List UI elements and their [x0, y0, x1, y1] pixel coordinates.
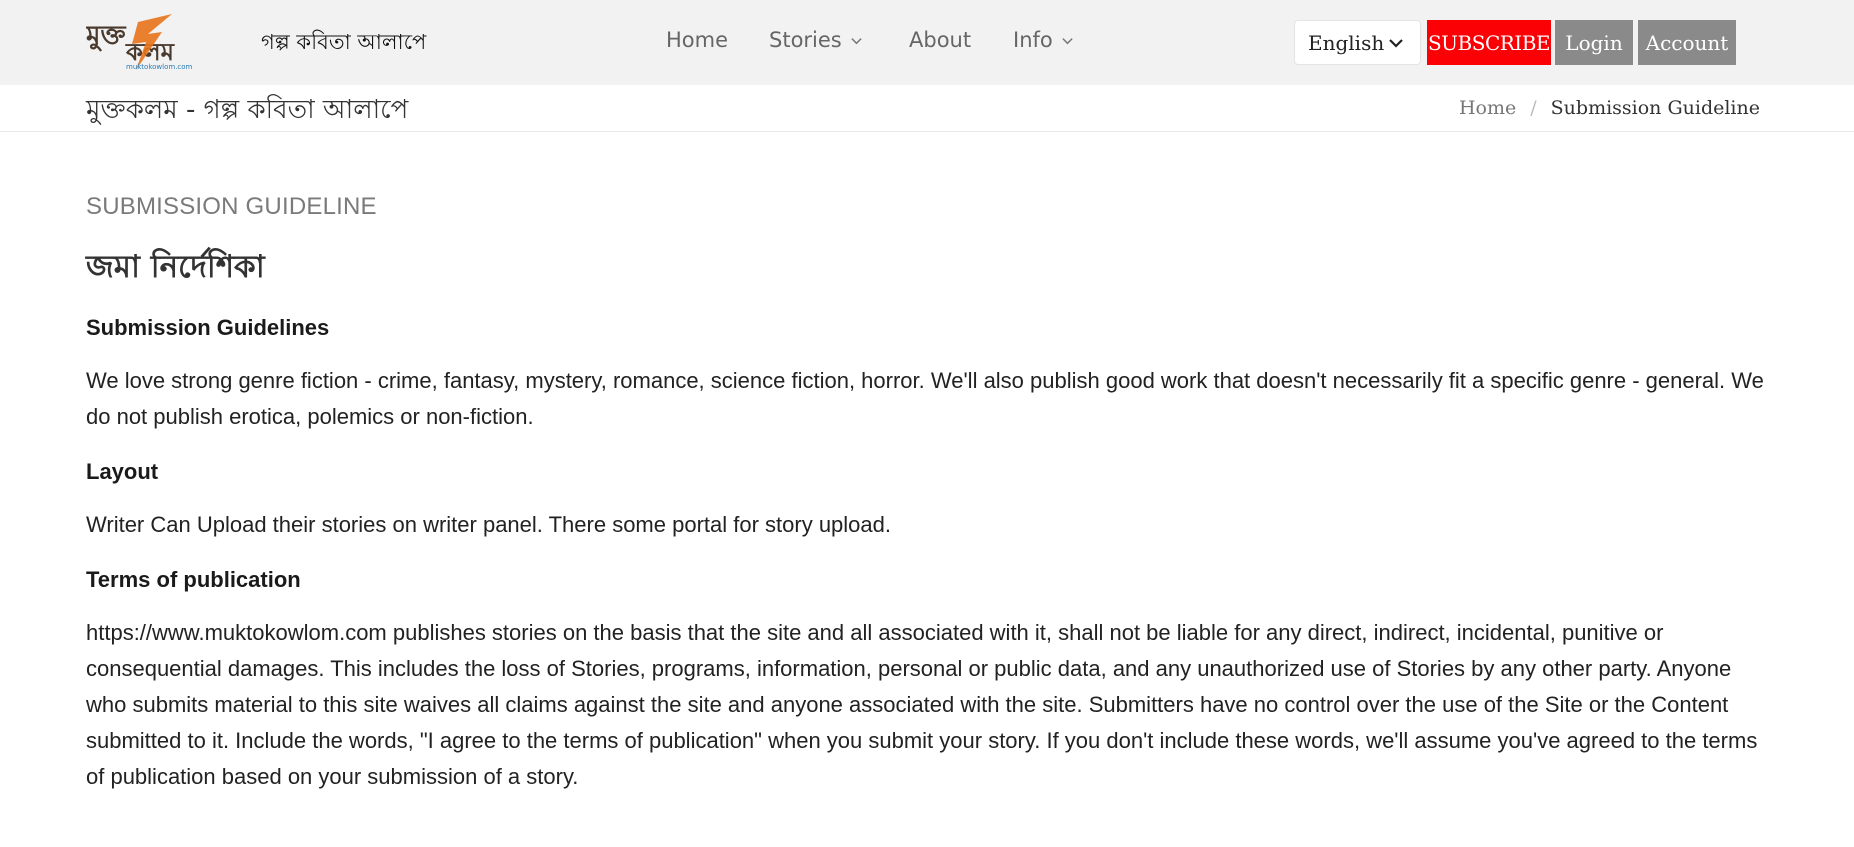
- chevron-down-icon: [851, 37, 862, 44]
- section-body-submission-guidelines: We love strong genre fiction - crime, fa…: [86, 368, 1764, 429]
- site-tagline: গল্প কবিতা আলাপে: [261, 30, 427, 54]
- nav-stories[interactable]: Stories: [769, 28, 863, 52]
- chevron-down-icon: [1062, 37, 1073, 44]
- breadcrumb-home-link[interactable]: Home: [1459, 97, 1516, 119]
- section-title-layout: Layout: [86, 459, 159, 484]
- svg-text:muktokowlom.com: muktokowlom.com: [126, 63, 193, 71]
- nav-stories-label: Stories: [769, 28, 842, 52]
- breadcrumb-separator: /: [1530, 97, 1537, 119]
- section-title-submission-guidelines: Submission Guidelines: [86, 315, 330, 340]
- top-navbar: মুক্ত কলম muktokowlom.com গল্প কবিতা আলা…: [0, 0, 1854, 85]
- svg-text:মুক্ত: মুক্ত: [86, 21, 127, 52]
- nav-info[interactable]: Info: [1013, 28, 1074, 52]
- section-title-terms: Terms of publication: [86, 567, 301, 592]
- logo-graphic: মুক্ত কলম muktokowlom.com: [85, 14, 193, 71]
- nav-about[interactable]: About: [909, 28, 971, 52]
- site-logo[interactable]: মুক্ত কলম muktokowlom.com: [85, 12, 204, 72]
- language-select[interactable]: English: [1294, 20, 1421, 65]
- section-body-layout: Writer Can Upload their stories on write…: [86, 512, 891, 537]
- section-body-terms: https://www.muktokowlom.com publishes st…: [86, 620, 1758, 789]
- account-button[interactable]: Account: [1638, 20, 1736, 65]
- page-eyebrow: SUBMISSION GUIDELINE: [86, 193, 377, 220]
- page-title: জমা নির্দেশিকা: [86, 249, 265, 285]
- site-title: মুক্তকলম - গল্প কবিতা আলাপে: [86, 95, 409, 125]
- nav-about-label: About: [909, 28, 972, 52]
- language-value: English: [1308, 30, 1385, 55]
- nav-home-label: Home: [666, 28, 729, 52]
- nav-info-label: Info: [1013, 28, 1053, 52]
- breadcrumb: Home / Submission Guideline: [1459, 97, 1760, 119]
- page-header-strip: মুক্তকলম - গল্প কবিতা আলাপে Home / Submi…: [0, 85, 1854, 132]
- nav-home[interactable]: Home: [666, 28, 728, 52]
- subscribe-button[interactable]: SUBSCRIBE: [1427, 20, 1551, 65]
- breadcrumb-current: Submission Guideline: [1550, 97, 1760, 119]
- chevron-down-icon: [1389, 39, 1403, 48]
- login-button[interactable]: Login: [1555, 20, 1633, 65]
- main-content: SUBMISSION GUIDELINE জমা নির্দেশিকা Subm…: [86, 193, 1766, 795]
